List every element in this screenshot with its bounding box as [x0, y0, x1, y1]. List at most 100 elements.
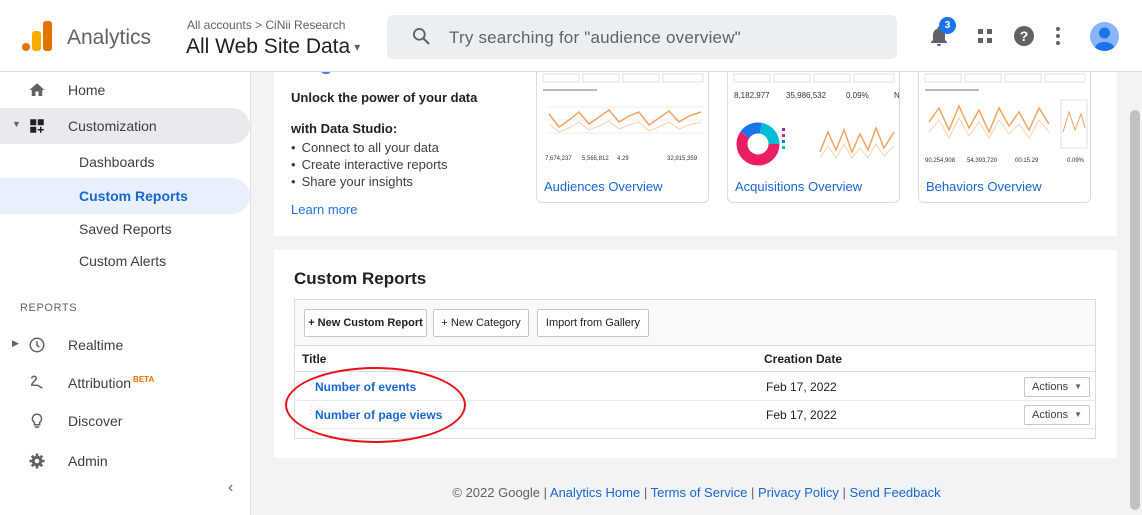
notification-badge: 3: [939, 17, 956, 34]
sidebar-item-label: Admin: [68, 453, 108, 469]
expand-arrow-icon: ▼: [12, 119, 21, 129]
sidebar-item-label: Saved Reports: [79, 221, 172, 237]
svg-text:5,565,812: 5,565,812: [582, 156, 609, 162]
account-breadcrumb[interactable]: All accounts > CiNii Research: [187, 18, 345, 32]
search-bar[interactable]: Try searching for "audience overview": [387, 15, 897, 59]
svg-text:00:15:29: 00:15:29: [1015, 158, 1039, 164]
datastudio-promo-card: Unlock the power of your data with Data …: [274, 72, 1117, 236]
more-vert-icon: [1056, 27, 1060, 45]
sidebar-item-attribution[interactable]: Attribution BETA: [0, 365, 250, 401]
svg-text:?: ?: [1020, 28, 1029, 44]
sidebar-item-custom-alerts[interactable]: Custom Alerts: [0, 243, 250, 279]
app-name[interactable]: Analytics: [67, 26, 151, 50]
sidebar-item-label: Realtime: [68, 337, 124, 353]
property-view-selector[interactable]: All Web Site Data ▾: [186, 35, 360, 59]
svg-text:54,393,720: 54,393,720: [967, 158, 998, 164]
thumbnail-caption: Acquisitions Overview: [735, 179, 863, 194]
sidebar-item-home[interactable]: Home: [0, 72, 250, 108]
new-custom-report-button[interactable]: + New Custom Report: [304, 309, 427, 337]
scrollbar-thumb[interactable]: [1130, 110, 1140, 510]
promo-bullet: Share your insights: [291, 174, 448, 191]
sidebar-item-label: Dashboards: [79, 154, 155, 170]
dropdown-arrow-icon: ▼: [1074, 410, 1082, 419]
apps-button[interactable]: [973, 24, 997, 48]
sidebar-item-label: Customization: [68, 118, 157, 134]
column-header-title[interactable]: Title: [302, 352, 326, 366]
svg-text:4.29: 4.29: [617, 156, 629, 162]
new-category-button[interactable]: + New Category: [433, 309, 529, 337]
footer-link-feedback[interactable]: Send Feedback: [850, 485, 941, 500]
datastudio-logo-icon: [321, 72, 331, 74]
footer-link-terms[interactable]: Terms of Service: [651, 485, 748, 500]
sidebar-item-realtime[interactable]: ▶ Realtime: [0, 327, 250, 363]
more-options-button[interactable]: [1046, 24, 1070, 48]
user-avatar-icon: [1094, 27, 1115, 51]
sidebar-item-label: Home: [68, 82, 106, 98]
page-footer: © 2022 Google | Analytics Home | Terms o…: [251, 485, 1142, 500]
creation-date: Feb 17, 2022: [766, 408, 837, 422]
expand-arrow-icon: ▶: [12, 338, 19, 348]
beta-badge: BETA: [133, 375, 155, 385]
caret-down-icon: ▾: [354, 40, 361, 55]
column-header-creation-date[interactable]: Creation Date: [764, 352, 842, 366]
actions-label: Actions: [1032, 381, 1069, 393]
notifications-button[interactable]: 3: [927, 17, 956, 48]
promo-bullet: Create interactive reports: [291, 157, 448, 174]
top-app-bar: Analytics All accounts > CiNii Research …: [0, 0, 1142, 72]
template-thumbnail-audiences[interactable]: 7,674,237 5,565,812 4.29 32,915,359 Audienc…: [536, 72, 709, 203]
learn-more-link[interactable]: Learn more: [291, 202, 357, 217]
svg-text:0.09%: 0.09%: [846, 91, 869, 100]
sidebar-item-custom-reports[interactable]: Custom Reports: [0, 178, 250, 214]
search-icon: [413, 28, 430, 45]
sidebar-item-label: Custom Alerts: [79, 253, 167, 269]
svg-text:90,254,908: 90,254,908: [925, 158, 956, 164]
copyright-text: © 2022 Google |: [452, 485, 550, 500]
reports-section-label: REPORTS: [20, 302, 78, 314]
search-placeholder: Try searching for "audience overview": [449, 28, 741, 47]
sidebar-item-saved-reports[interactable]: Saved Reports: [0, 211, 250, 247]
red-highlight-annotation: [285, 367, 466, 443]
clock-icon: [29, 337, 45, 353]
dropdown-arrow-icon: ▼: [1074, 382, 1082, 391]
actions-label: Actions: [1032, 409, 1069, 421]
account-avatar[interactable]: [1090, 22, 1119, 51]
apps-grid-icon: [978, 29, 992, 43]
sidebar-item-dashboards[interactable]: Dashboards: [0, 144, 250, 180]
actions-dropdown[interactable]: Actions ▼: [1024, 377, 1090, 397]
svg-text:0.09%: 0.09%: [1067, 158, 1085, 164]
thumbnail-caption: Audiences Overview: [544, 179, 663, 194]
footer-link-analytics-home[interactable]: Analytics Home: [550, 485, 640, 500]
sidebar-item-customization[interactable]: ▼ Customization: [0, 108, 250, 144]
main-content: Unlock the power of your data with Data …: [251, 72, 1142, 515]
analytics-logo-icon[interactable]: [22, 21, 52, 51]
help-icon: ?: [1014, 26, 1034, 46]
table-header: Title Creation Date: [295, 346, 1095, 372]
template-thumbnail-acquisitions[interactable]: 8,182,977 35,986,532 0.09% N Acquisitions O…: [727, 72, 900, 203]
footer-link-privacy[interactable]: Privacy Policy: [758, 485, 839, 500]
promo-bullet: Connect to all your data: [291, 140, 448, 157]
custom-reports-title: Custom Reports: [294, 269, 427, 288]
property-view-label: All Web Site Data: [186, 35, 351, 58]
help-button[interactable]: ?: [1012, 24, 1036, 48]
footer-separator: |: [747, 485, 759, 500]
svg-text:8,182,977: 8,182,977: [734, 91, 770, 100]
sidebar-item-admin[interactable]: Admin: [0, 443, 250, 479]
template-thumbnail-behaviors[interactable]: 90,254,908 54,393,720 00:15:29 0.09% Behavi…: [918, 72, 1091, 203]
import-from-gallery-button[interactable]: Import from Gallery: [537, 309, 649, 337]
sidebar-item-label: Discover: [68, 413, 123, 429]
collapse-nav-button[interactable]: ‹: [228, 479, 233, 497]
gear-icon: [29, 453, 45, 469]
report-preview-image: 8,182,977 35,986,532 0.09% N: [733, 73, 900, 166]
svg-text:35,986,532: 35,986,532: [786, 91, 827, 100]
sidebar-item-label: Custom Reports: [79, 188, 188, 204]
home-icon: [29, 83, 45, 96]
actions-dropdown[interactable]: Actions ▼: [1024, 405, 1090, 425]
footer-separator: |: [640, 485, 651, 500]
svg-text:N: N: [894, 91, 900, 100]
lightbulb-icon: [31, 413, 43, 428]
sidebar-item-discover[interactable]: Discover: [0, 403, 250, 439]
promo-bullets: Connect to all your data Create interact…: [291, 140, 448, 191]
attribution-label: Attribution: [68, 375, 132, 391]
sidebar-item-label: Attribution BETA: [68, 375, 154, 391]
customization-icon: [30, 119, 44, 133]
